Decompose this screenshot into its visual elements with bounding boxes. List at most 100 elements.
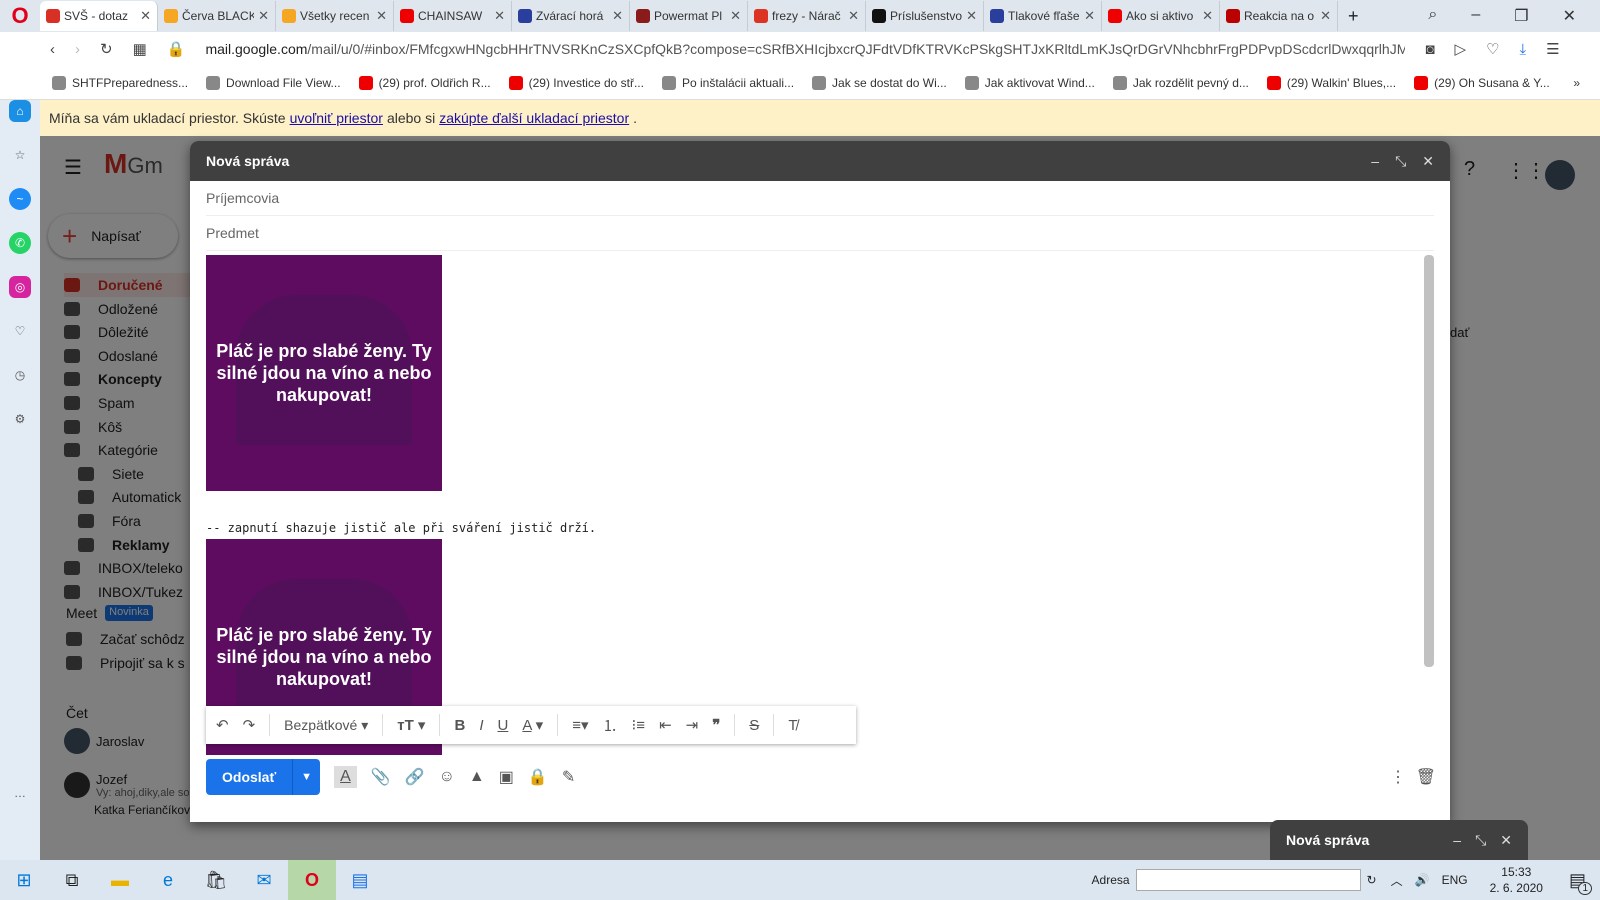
minimize-button[interactable]: –	[1471, 6, 1480, 26]
show-hidden-icons[interactable]: ︿	[1391, 872, 1403, 889]
forward-button[interactable]: ›	[75, 41, 80, 58]
close-icon[interactable]: ✕	[1422, 153, 1434, 170]
close-tab-icon[interactable]: ✕	[494, 8, 505, 24]
free-space-link[interactable]: uvoľniť priestor	[290, 110, 383, 126]
indent-less-icon[interactable]: ⇤	[659, 716, 672, 734]
opera-menu-button[interactable]: O	[0, 3, 40, 29]
browser-tab[interactable]: CHAINSAW ✕	[394, 1, 512, 31]
store-icon[interactable]: 🛍	[192, 860, 240, 900]
align-icon[interactable]: ≡▾	[572, 716, 588, 734]
refresh-icon[interactable]: ↻	[1367, 873, 1377, 887]
task-view-icon[interactable]: ⧉	[48, 860, 96, 900]
browser-tab[interactable]: Powermat Pl ✕	[630, 1, 748, 31]
close-tab-icon[interactable]: ✕	[140, 8, 151, 24]
start-button[interactable]: ⊞	[0, 860, 48, 900]
exit-fullscreen-icon[interactable]: ⤡	[1395, 153, 1406, 170]
speed-dial-icon[interactable]: ▦	[133, 40, 147, 58]
send-options-icon[interactable]: ▼	[292, 759, 320, 795]
bookmark[interactable]: SHTFPreparedness...	[52, 75, 188, 90]
close-tab-icon[interactable]: ✕	[966, 8, 977, 24]
minimized-compose[interactable]: Nová správa – ⤡ ✕	[1270, 820, 1528, 860]
close-tab-icon[interactable]: ✕	[1202, 8, 1213, 24]
indent-more-icon[interactable]: ⇥	[686, 716, 699, 734]
undo-icon[interactable]: ↶	[216, 716, 229, 734]
new-tab-button[interactable]: +	[1338, 6, 1369, 27]
confidential-icon[interactable]: 🔒	[528, 767, 548, 787]
browser-tab[interactable]: Tlakové fľaše ✕	[984, 1, 1102, 31]
bookmark[interactable]: (29) Investice do stř...	[508, 75, 644, 90]
history-icon[interactable]: ◷	[9, 364, 31, 386]
browser-tab[interactable]: SVŠ - dotaz ✕	[40, 1, 158, 31]
send-button[interactable]: Odoslať ▼	[206, 759, 321, 795]
drive-icon[interactable]: ▲	[469, 768, 485, 786]
clock[interactable]: 15:33 2. 6. 2020	[1490, 864, 1543, 896]
formatting-options-icon[interactable]: A	[334, 766, 357, 788]
browser-tab[interactable]: Zvárací horá ✕	[512, 1, 630, 31]
close-tab-icon[interactable]: ✕	[730, 8, 741, 24]
taskbar-address-input[interactable]	[1135, 869, 1361, 891]
emoji-icon[interactable]: ☺	[439, 768, 455, 786]
mail-icon[interactable]: ✉	[240, 860, 288, 900]
reload-button[interactable]: ↻	[100, 40, 113, 58]
snapshot-icon[interactable]: ◙	[1425, 41, 1434, 58]
browser-tab[interactable]: Ako si aktivo ✕	[1102, 1, 1220, 31]
file-explorer-icon[interactable]: ▬	[96, 860, 144, 900]
minimize-icon[interactable]: –	[1371, 153, 1379, 170]
close-tab-icon[interactable]: ✕	[1084, 8, 1095, 24]
volume-icon[interactable]: 🔊	[1415, 873, 1430, 887]
fullscreen-icon[interactable]: ⤡	[1475, 832, 1486, 849]
more-options-icon[interactable]: ⋮	[1390, 767, 1406, 787]
signature-icon[interactable]: ✎	[562, 767, 575, 787]
whatsapp-icon[interactable]: ✆	[9, 232, 31, 254]
heart-icon[interactable]: ♡	[1486, 40, 1499, 58]
message-body[interactable]: Pláč je pro slabé ženy. Ty silné jdou na…	[206, 255, 1406, 755]
bookmark[interactable]: Jak aktivovat Wind...	[964, 75, 1095, 90]
close-tab-icon[interactable]: ✕	[258, 8, 269, 24]
browser-tab[interactable]: frezy - Nárač ✕	[748, 1, 866, 31]
attach-icon[interactable]: 📎	[371, 767, 391, 787]
language-indicator[interactable]: ENG	[1442, 873, 1468, 887]
notepad-icon[interactable]: ▤	[336, 860, 384, 900]
bookmark[interactable]: Jak rozdělit pevný d...	[1112, 75, 1249, 90]
font-select[interactable]: Bezpätkové ▾	[284, 717, 368, 734]
close-tab-icon[interactable]: ✕	[848, 8, 859, 24]
bookmark[interactable]: (29) Walkin' Blues,...	[1266, 75, 1396, 90]
gear-icon[interactable]: ⚙	[9, 408, 31, 430]
buy-storage-link[interactable]: zakúpte ďalší ukladací priestor	[439, 110, 629, 126]
search-tabs-icon[interactable]: ⌕	[1428, 6, 1437, 26]
browser-tab[interactable]: Červa BLACK ✕	[158, 1, 276, 31]
close-icon[interactable]: ✕	[1500, 832, 1512, 849]
bulleted-list-icon[interactable]: ⁝≡	[632, 716, 646, 734]
download-icon[interactable]: ⤓	[1520, 41, 1527, 58]
more-icon[interactable]: …	[9, 782, 31, 804]
body-scrollbar[interactable]	[1424, 255, 1434, 667]
browser-tab[interactable]: Všetky recen ✕	[276, 1, 394, 31]
redo-icon[interactable]: ↷	[243, 716, 256, 734]
star-icon[interactable]: ☆	[9, 144, 31, 166]
close-window-button[interactable]: ✕	[1563, 6, 1576, 26]
send-icon[interactable]: ▷	[1455, 40, 1467, 58]
close-tab-icon[interactable]: ✕	[376, 8, 387, 24]
edge-icon[interactable]: e	[144, 860, 192, 900]
notifications-icon[interactable]: ▤ 1	[1569, 870, 1592, 895]
text-color-icon[interactable]: A ▾	[522, 716, 543, 734]
settings-easy-icon[interactable]: ☰	[1546, 40, 1559, 58]
browser-tab[interactable]: Príslušenstvo ✕	[866, 1, 984, 31]
bookmark[interactable]: (29) prof. Oldřich R...	[358, 75, 491, 90]
bold-icon[interactable]: B	[454, 717, 465, 734]
url-input[interactable]: mail.google.com/mail/u/0/#inbox/FMfcgxwH…	[205, 41, 1405, 57]
close-tab-icon[interactable]: ✕	[612, 8, 623, 24]
messenger-icon[interactable]: ~	[9, 188, 31, 210]
bookmark[interactable]: Jak se dostat do Wi...	[812, 75, 947, 90]
subject-field[interactable]: Predmet	[206, 216, 1434, 251]
more-bookmarks-icon[interactable]: »	[1573, 76, 1600, 90]
minimize-icon[interactable]: –	[1453, 832, 1461, 849]
photo-icon[interactable]: ▣	[499, 767, 514, 787]
bookmark[interactable]: (29) Oh Susana & Y...	[1414, 75, 1550, 90]
quote-icon[interactable]: ❞	[712, 716, 720, 734]
back-button[interactable]: ‹	[50, 41, 55, 58]
home-icon[interactable]: ⌂	[9, 100, 31, 122]
strikethrough-icon[interactable]: S	[749, 717, 759, 734]
restore-button[interactable]: ❐	[1514, 6, 1528, 26]
bookmark[interactable]: Po inštalácii aktuali...	[661, 75, 794, 90]
